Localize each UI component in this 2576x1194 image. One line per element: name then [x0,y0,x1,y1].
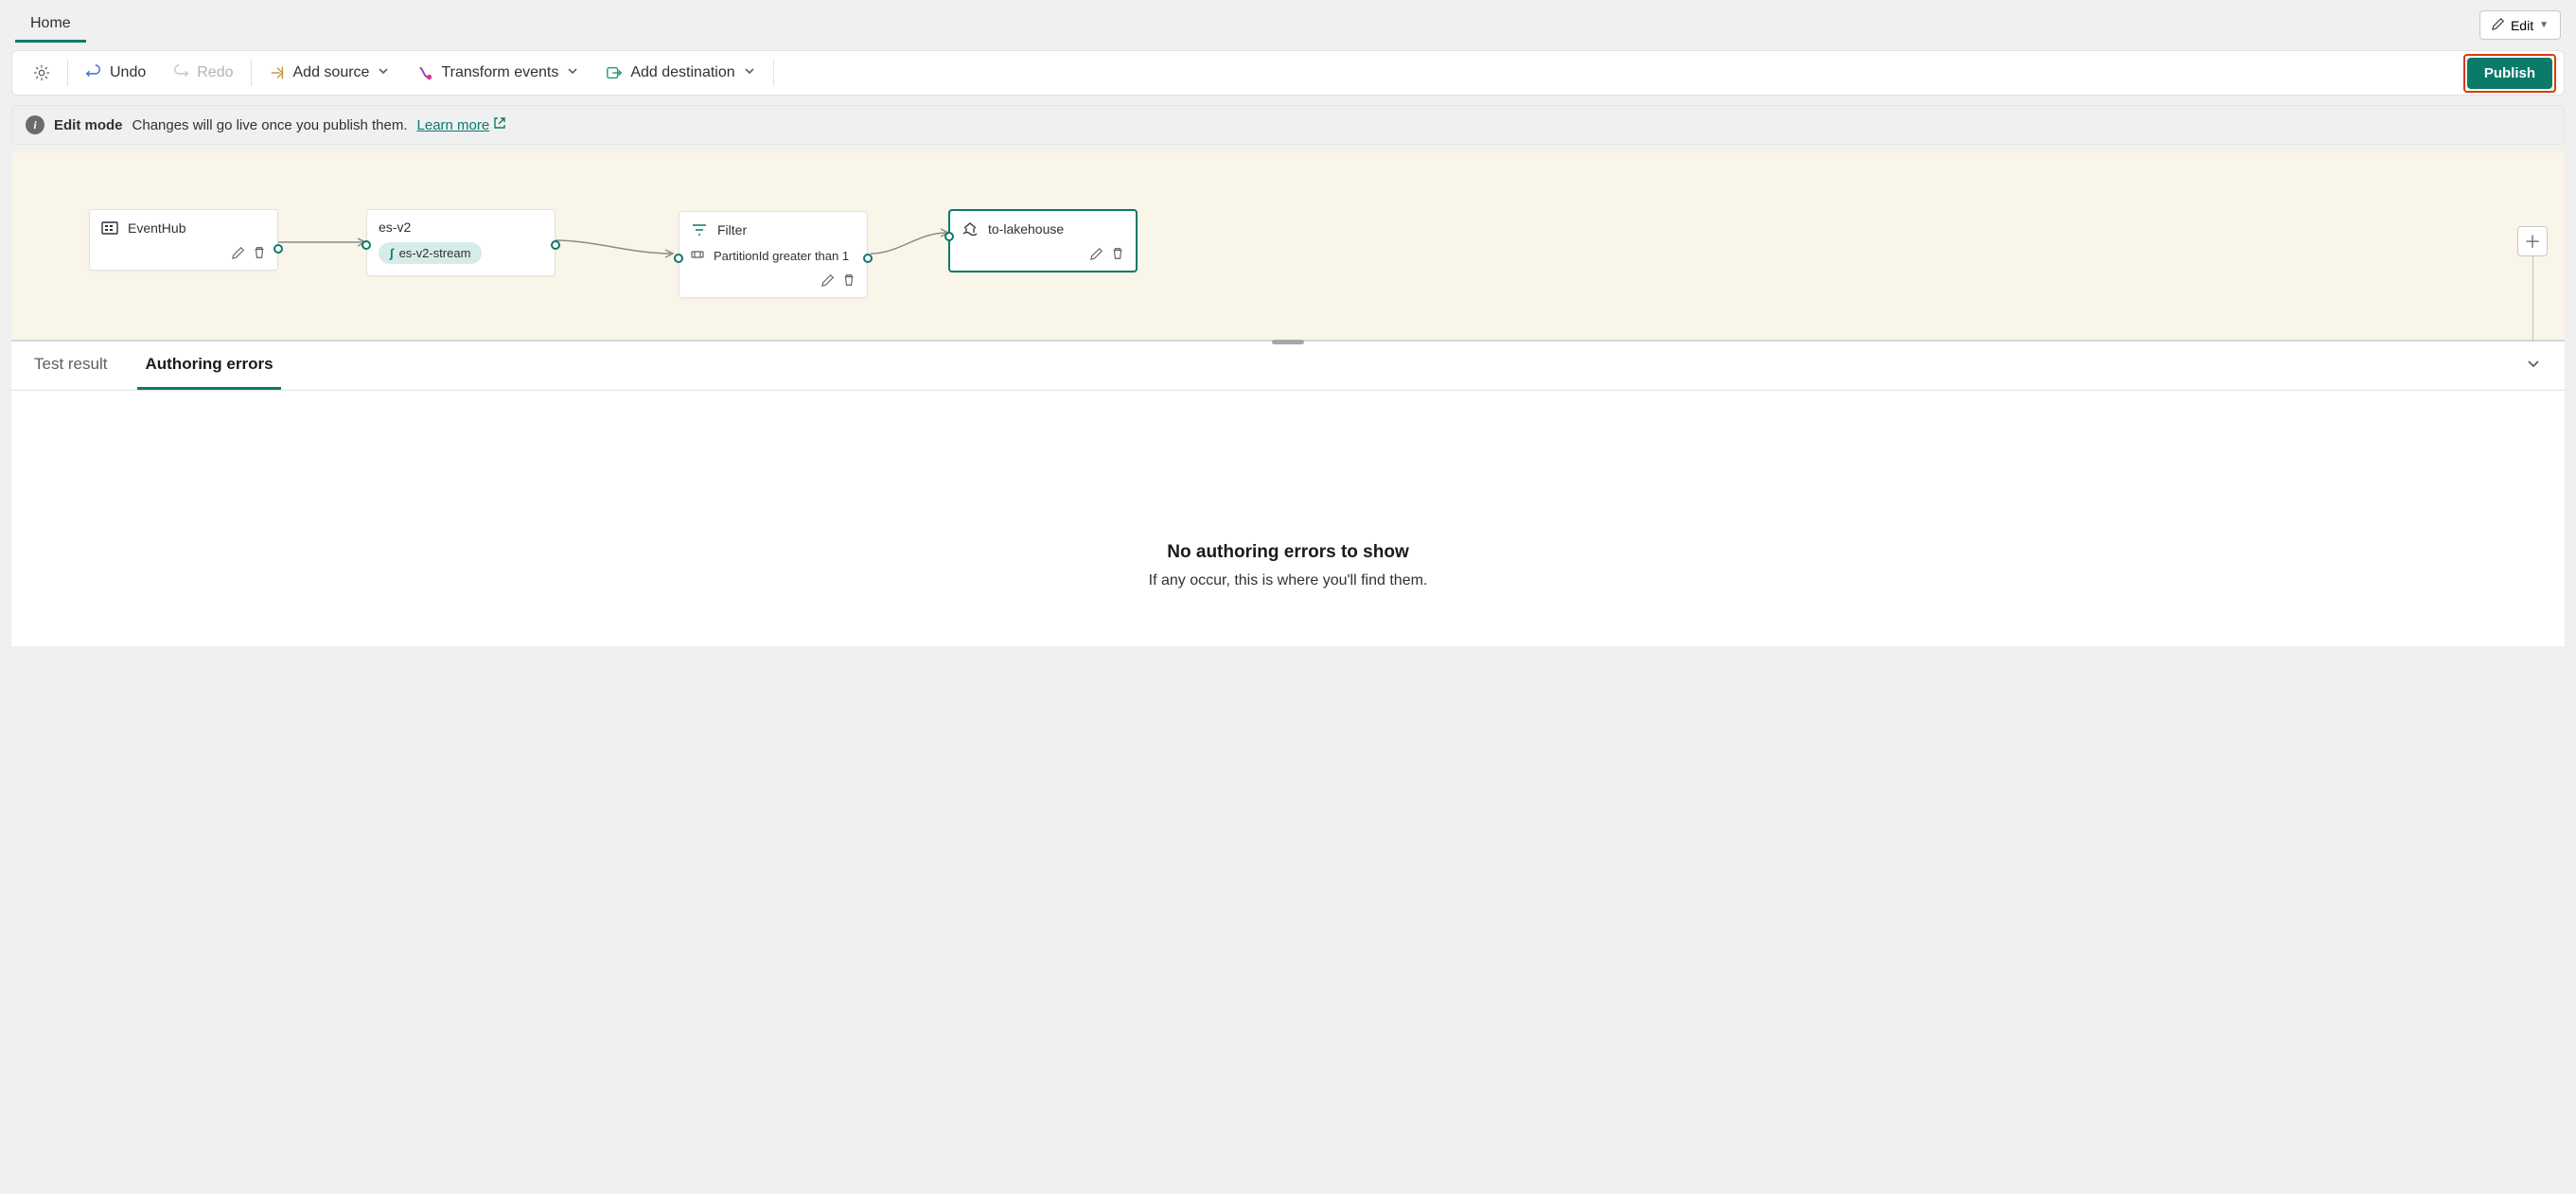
output-port[interactable] [551,240,560,250]
bottom-panel: Test result Authoring errors No authorin… [11,342,2565,646]
redo-icon [172,64,189,81]
input-port[interactable] [674,254,683,263]
transform-events-button[interactable]: Transform events [403,51,592,95]
caret-down-icon: ▼ [2539,20,2549,30]
canvas[interactable]: EventHub es-v2 ∫ es-v2-stream [11,152,2565,342]
info-banner-text: Changes will go live once you publish th… [132,117,408,133]
chevron-down-icon [377,64,390,82]
settings-button[interactable] [20,51,63,95]
chevron-down-icon [743,64,756,82]
add-source-icon [269,64,286,81]
edit-button[interactable]: Edit ▼ [2479,10,2561,40]
add-node-button[interactable]: ＋ [2517,226,2548,256]
filter-icon [691,221,708,238]
edit-node-icon[interactable] [1090,247,1103,263]
collapse-panel-button[interactable] [2517,347,2550,384]
output-port[interactable] [863,254,873,263]
filter-detail: PartitionId greater than 1 [714,249,849,263]
redo-button: Redo [159,51,246,95]
add-destination-icon [606,64,623,81]
delete-node-icon[interactable] [1111,247,1124,263]
redo-label: Redo [197,64,233,81]
gear-icon [33,64,50,81]
condition-icon [691,248,704,264]
node-title: es-v2 [379,219,411,235]
add-source-button[interactable]: Add source [256,51,404,95]
chevron-down-icon [2525,357,2542,376]
external-link-icon [493,116,506,133]
add-source-label: Add source [293,64,370,81]
node-title: EventHub [128,220,185,236]
learn-more-link[interactable]: Learn more [417,116,507,133]
tab-home[interactable]: Home [15,8,86,43]
top-tab-bar: Home Edit ▼ [0,0,2576,43]
node-destination-lakehouse[interactable]: to-lakehouse [948,209,1138,272]
undo-button[interactable]: Undo [72,51,159,95]
node-title: to-lakehouse [988,221,1064,237]
info-icon: i [26,115,44,134]
node-title: Filter [717,222,747,237]
chevron-down-icon [566,64,579,82]
stream-chip-label: es-v2-stream [399,246,471,260]
eventhub-icon [101,219,118,237]
empty-state: No authoring errors to show If any occur… [11,391,2565,646]
tab-authoring-errors[interactable]: Authoring errors [137,342,280,390]
info-banner-label: Edit mode [54,117,123,133]
transform-events-label: Transform events [441,64,558,81]
plus-icon: ＋ [2524,229,2541,254]
transform-icon [416,64,433,81]
connector-line [276,233,371,252]
connector-line [871,223,954,261]
toolbar: Undo Redo Add source Transform events [11,50,2565,96]
add-destination-label: Add destination [630,64,734,81]
lakehouse-icon [962,220,979,237]
stream-icon: ∫ [390,246,394,260]
empty-state-subtitle: If any occur, this is where you'll find … [1149,572,1428,589]
node-stream-esv2[interactable]: es-v2 ∫ es-v2-stream [366,209,556,276]
input-port[interactable] [944,232,954,241]
tab-test-result[interactable]: Test result [26,342,115,390]
add-destination-button[interactable]: Add destination [592,51,768,95]
edit-button-label: Edit [2511,18,2533,33]
pencil-icon [2492,17,2505,33]
edit-node-icon[interactable] [232,246,245,262]
empty-state-title: No authoring errors to show [1167,542,1408,563]
publish-highlight: Publish [2463,54,2556,93]
undo-icon [85,64,102,81]
node-source-eventhub[interactable]: EventHub [89,209,278,271]
connector-line [556,233,679,261]
delete-node-icon[interactable] [842,273,856,290]
edit-node-icon[interactable] [821,273,835,290]
node-filter[interactable]: Filter PartitionId greater than 1 [679,211,868,298]
undo-label: Undo [110,64,146,81]
stream-chip[interactable]: ∫ es-v2-stream [379,242,482,264]
delete-node-icon[interactable] [253,246,266,262]
info-banner: i Edit mode Changes will go live once yo… [11,105,2565,145]
input-port[interactable] [362,240,371,250]
add-connector-line [2532,256,2533,342]
panel-resize-handle[interactable] [1272,340,1304,344]
output-port[interactable] [273,244,283,254]
publish-button[interactable]: Publish [2467,58,2552,89]
